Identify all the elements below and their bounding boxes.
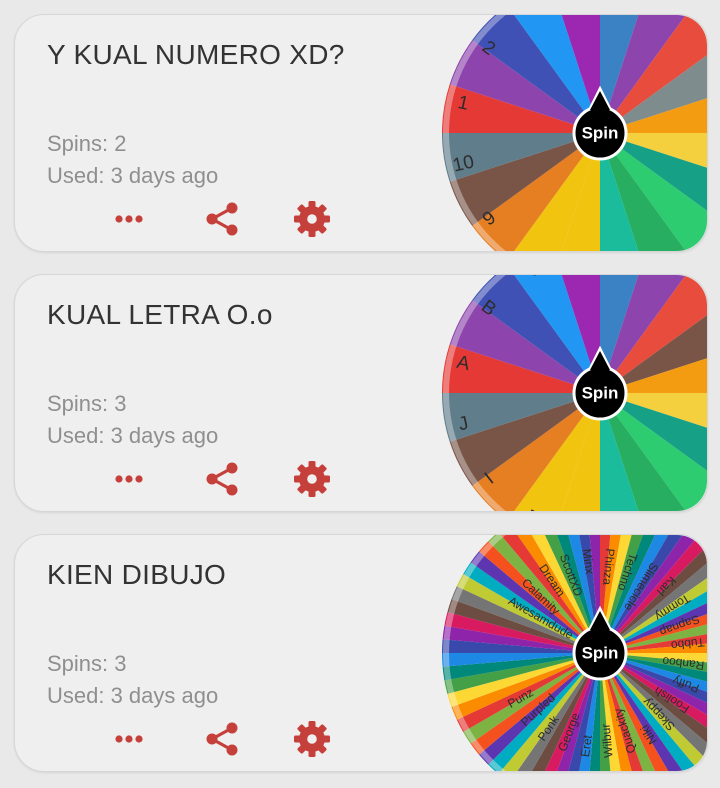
spins-count: Spins: 3 bbox=[47, 651, 127, 676]
wheel-preview[interactable]: CBAJIHSpin bbox=[441, 275, 707, 511]
wheel-preview[interactable]: 3211098Spin bbox=[441, 15, 707, 251]
more-dots-icon bbox=[115, 735, 143, 743]
wheel-preview[interactable]: Awesamdude Calamity Dream ScottXD Minx Phinza… bbox=[441, 535, 707, 771]
gear-icon bbox=[294, 461, 330, 497]
spin-label: Spin bbox=[582, 123, 619, 142]
share-icon bbox=[206, 202, 238, 236]
gear-icon bbox=[294, 201, 330, 237]
card-actions bbox=[109, 199, 332, 239]
wheel-title: KIEN DIBUJO bbox=[47, 559, 227, 590]
wheel-title: Y KUAL NUMERO XD? bbox=[47, 39, 345, 70]
more-dots-icon bbox=[115, 215, 143, 223]
spin-label: Spin bbox=[582, 643, 619, 662]
more-button[interactable] bbox=[109, 199, 149, 239]
wheel-title: KUAL LETRA O.o bbox=[47, 299, 273, 330]
share-icon bbox=[206, 462, 238, 496]
card-actions bbox=[109, 719, 332, 759]
wheel-card[interactable]: Y KUAL NUMERO XD? Spins: 2 Used: 3 days … bbox=[14, 14, 708, 252]
last-used: Used: 3 days ago bbox=[47, 163, 219, 188]
more-button[interactable] bbox=[109, 459, 149, 499]
last-used: Used: 3 days ago bbox=[47, 423, 219, 448]
more-button[interactable] bbox=[109, 719, 149, 759]
settings-button[interactable] bbox=[292, 199, 332, 239]
gear-icon bbox=[294, 721, 330, 757]
wheel-card[interactable]: KIEN DIBUJO Spins: 3 Used: 3 days ago Aw… bbox=[14, 534, 708, 772]
wheel-card[interactable]: KUAL LETRA O.o Spins: 3 Used: 3 days ago bbox=[14, 274, 708, 512]
settings-button[interactable] bbox=[292, 719, 332, 759]
share-button[interactable] bbox=[202, 199, 242, 239]
card-actions bbox=[109, 459, 332, 499]
settings-button[interactable] bbox=[292, 459, 332, 499]
share-button[interactable] bbox=[202, 459, 242, 499]
spins-count: Spins: 2 bbox=[47, 131, 127, 156]
share-icon bbox=[206, 722, 238, 756]
spins-count: Spins: 3 bbox=[47, 391, 127, 416]
last-used: Used: 3 days ago bbox=[47, 683, 219, 708]
share-button[interactable] bbox=[202, 719, 242, 759]
spin-label: Spin bbox=[582, 383, 619, 402]
more-dots-icon bbox=[115, 475, 143, 483]
